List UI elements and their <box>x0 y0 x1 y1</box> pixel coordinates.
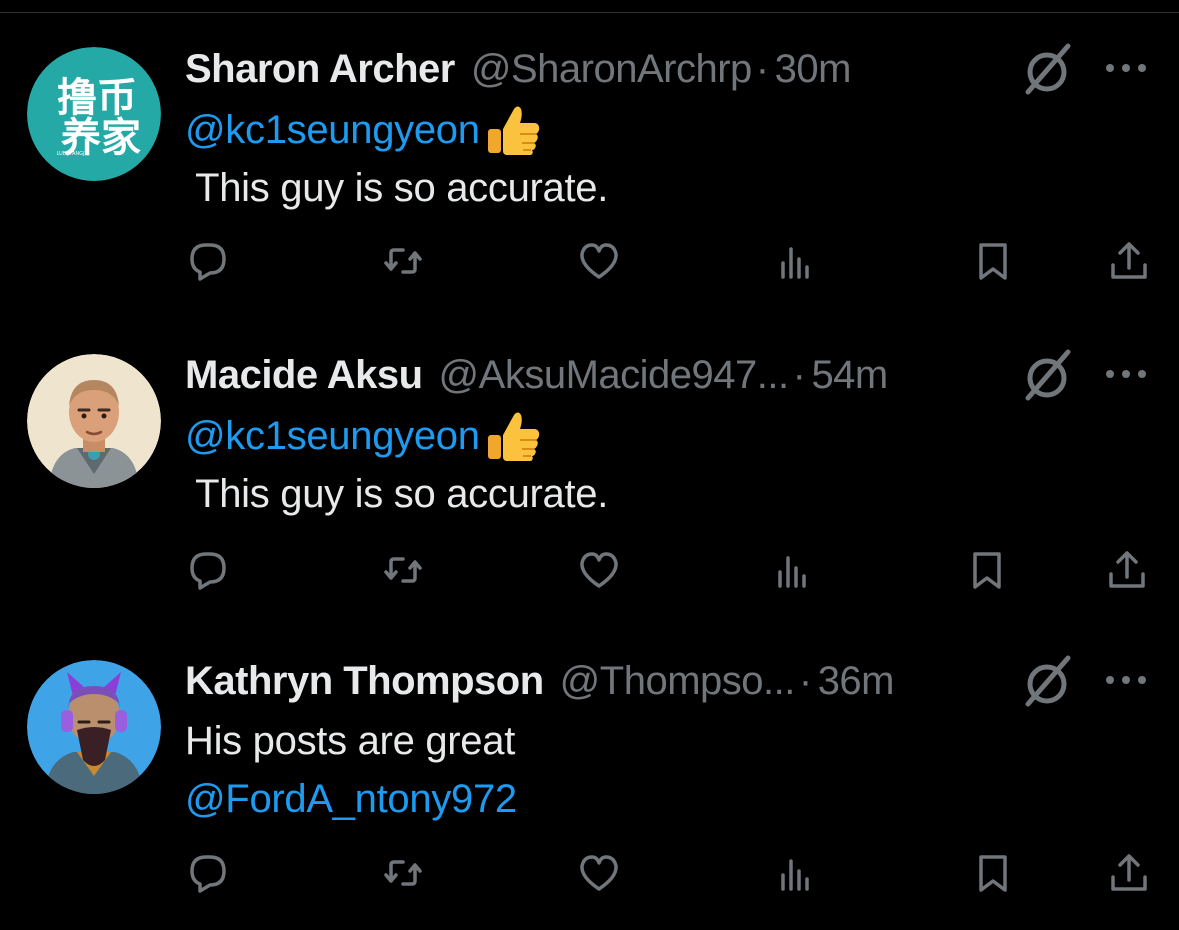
avatar[interactable]: 撸币 养家 LUBI YANGJIA <box>27 47 161 181</box>
grok-slash-circle-icon[interactable] <box>1020 42 1076 98</box>
tweet-text: This guy is so accurate. <box>185 165 609 210</box>
mention-link[interactable]: @kc1seungyeon <box>185 414 480 459</box>
tweet-text: This guy is so accurate. <box>185 471 609 516</box>
analytics-bars-icon[interactable] <box>771 548 815 592</box>
user-handle[interactable]: @AksuMacide947... <box>439 353 790 398</box>
timestamp[interactable]: 36m <box>818 659 895 704</box>
display-name[interactable]: Sharon Archer <box>185 47 455 92</box>
display-name[interactable]: Macide Aksu <box>185 353 423 398</box>
avatar[interactable] <box>27 660 161 794</box>
heart-icon[interactable] <box>577 851 621 895</box>
tweet-header: Sharon Archer @SharonArchrp · 30m <box>185 41 851 97</box>
user-handle[interactable]: @Thompso... <box>560 659 796 704</box>
reply-bubble-icon[interactable] <box>186 548 230 592</box>
reply-bubble-icon[interactable] <box>186 851 230 895</box>
tweet-line-1: @kc1seungyeon <box>185 408 542 464</box>
thumbs-up-emoji <box>487 412 539 461</box>
reply-bubble-icon[interactable] <box>186 239 230 283</box>
timestamp[interactable]: 54m <box>811 353 888 398</box>
heart-icon[interactable] <box>577 548 621 592</box>
share-upload-icon[interactable] <box>1105 548 1149 592</box>
separator-dot: · <box>755 46 769 91</box>
separator-dot: · <box>798 658 812 703</box>
thumbs-up-emoji <box>487 106 539 155</box>
tweet-line-1: @kc1seungyeon <box>185 102 542 158</box>
bookmark-icon[interactable] <box>971 239 1015 283</box>
more-horizontal-icon[interactable] <box>1102 58 1150 78</box>
bookmark-icon[interactable] <box>965 548 1009 592</box>
user-handle[interactable]: @SharonArchrp <box>471 47 752 92</box>
heart-icon[interactable] <box>577 239 621 283</box>
avatar[interactable] <box>27 354 161 488</box>
grok-slash-circle-icon[interactable] <box>1020 348 1076 404</box>
tweet-line-2: This guy is so accurate. <box>185 466 608 522</box>
tweet-text: His posts are great <box>185 718 516 763</box>
grok-slash-circle-icon[interactable] <box>1020 654 1076 710</box>
top-divider <box>0 12 1179 13</box>
timestamp[interactable]: 30m <box>775 47 852 92</box>
tweet-header: Macide Aksu @AksuMacide947... · 54m <box>185 347 888 403</box>
mention-link[interactable]: @kc1seungyeon <box>185 108 480 153</box>
bookmark-icon[interactable] <box>971 851 1015 895</box>
share-upload-icon[interactable] <box>1107 239 1151 283</box>
more-horizontal-icon[interactable] <box>1102 364 1150 384</box>
tweet-line-2: This guy is so accurate. <box>185 160 608 216</box>
retweet-icon[interactable] <box>381 239 425 283</box>
tweet-line-1: His posts are great <box>185 713 515 769</box>
retweet-icon[interactable] <box>381 548 425 592</box>
separator-dot: · <box>792 352 806 397</box>
mention-link[interactable]: @FordA_ntony972 <box>185 777 517 822</box>
analytics-bars-icon[interactable] <box>774 239 818 283</box>
analytics-bars-icon[interactable] <box>774 851 818 895</box>
avatar-logo-small-text: LUBI YANGJIA <box>57 151 90 157</box>
share-upload-icon[interactable] <box>1107 851 1151 895</box>
tweet-line-2: @FordA_ntony972 <box>185 771 517 827</box>
display-name[interactable]: Kathryn Thompson <box>185 659 544 704</box>
retweet-icon[interactable] <box>381 851 425 895</box>
tweet-header: Kathryn Thompson @Thompso... · 36m <box>185 653 895 709</box>
more-horizontal-icon[interactable] <box>1102 670 1150 690</box>
